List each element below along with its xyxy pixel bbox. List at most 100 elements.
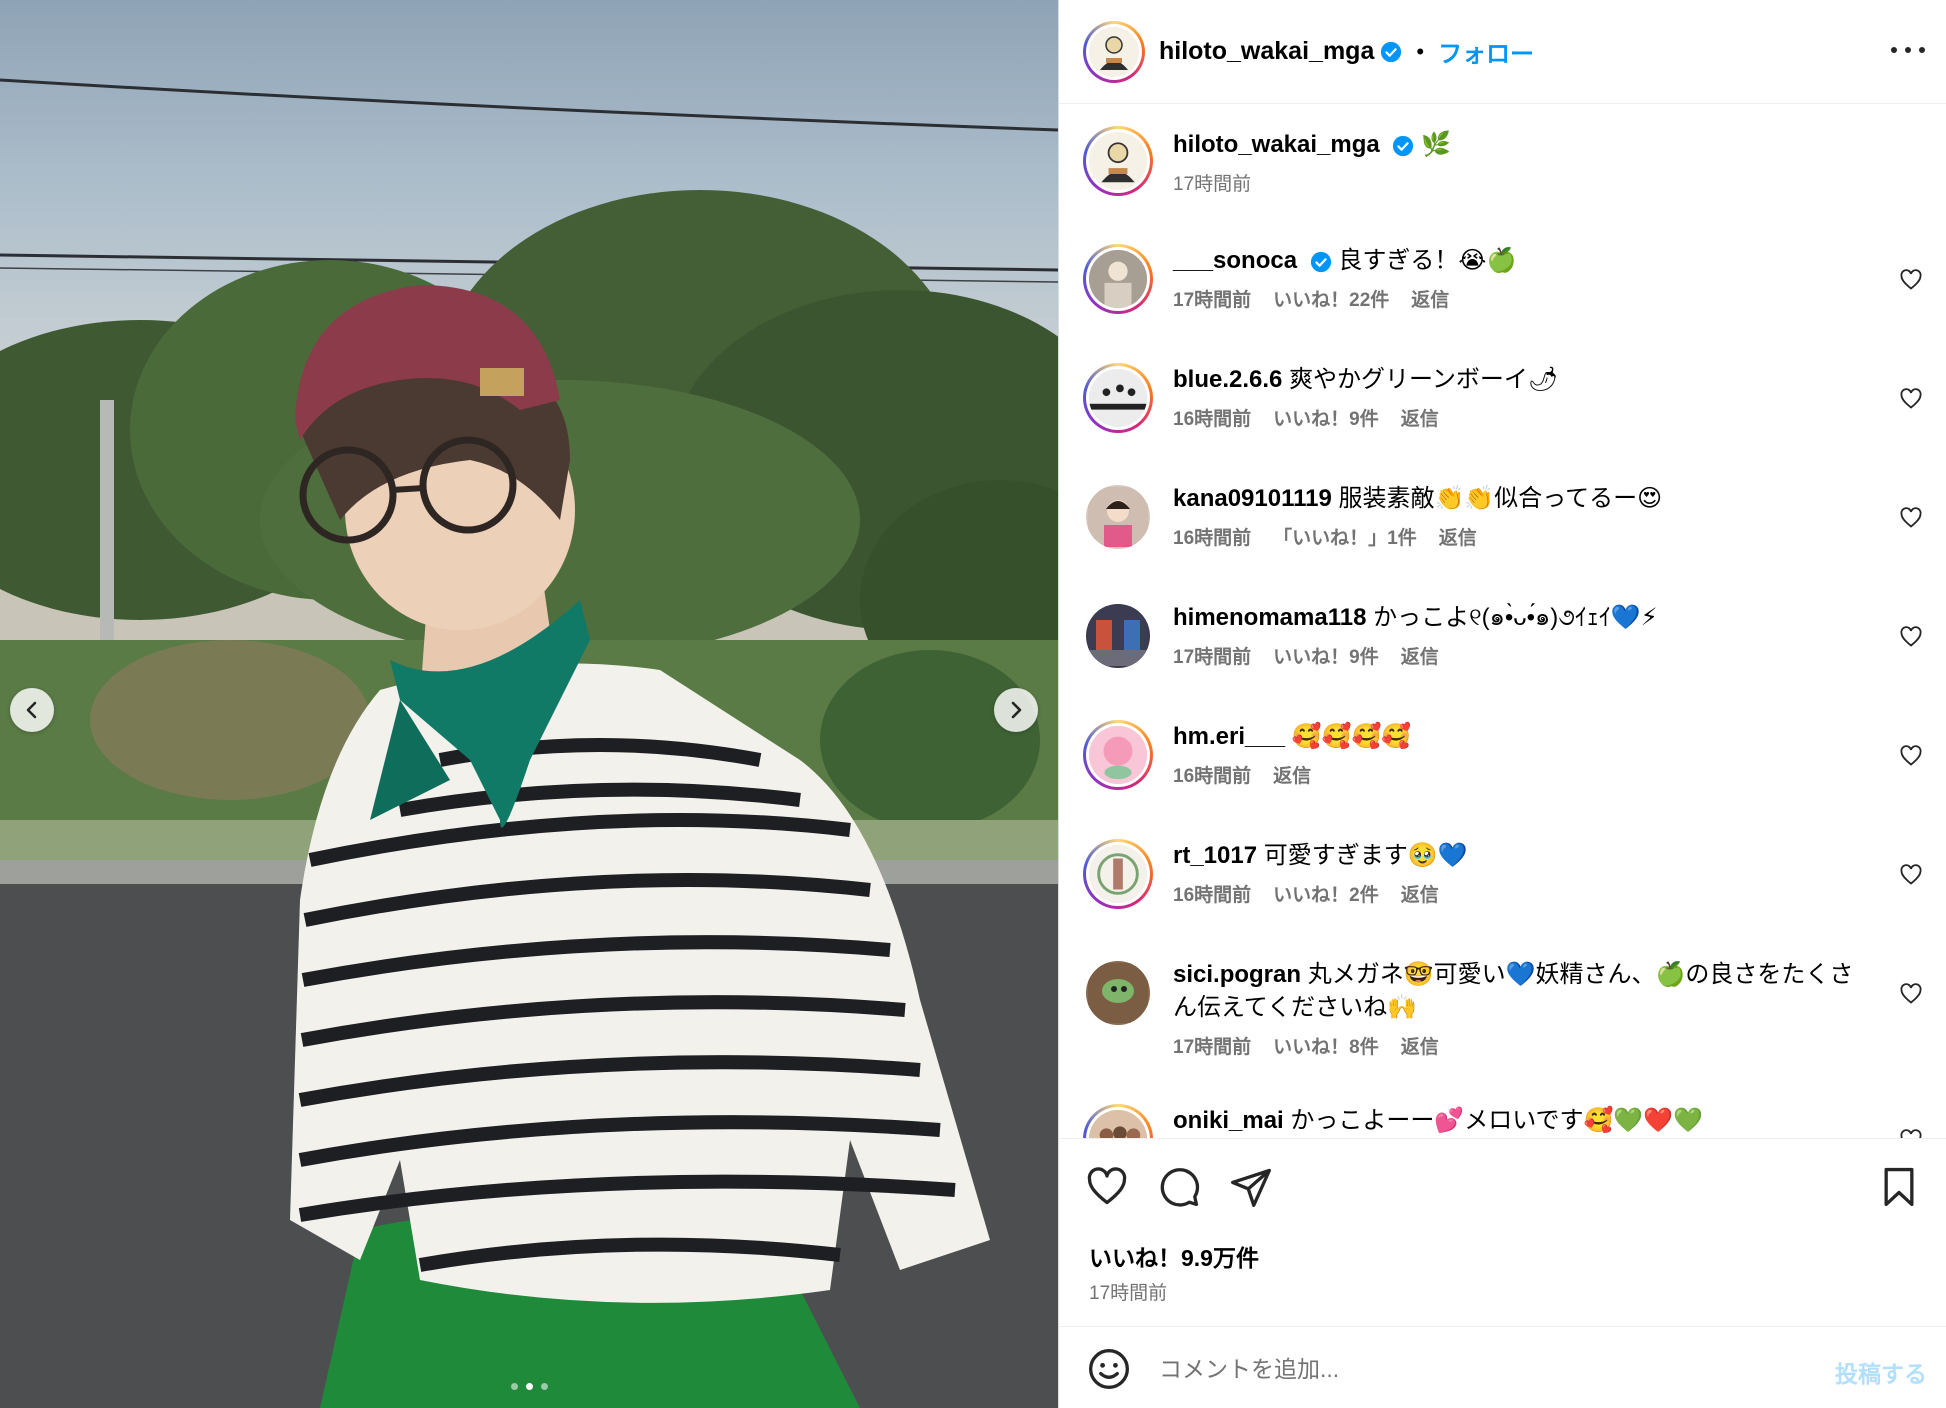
commenter-avatar[interactable] (1083, 482, 1153, 552)
comment-username[interactable]: hm.eri___ (1173, 723, 1285, 750)
reply-button[interactable]: 返信 (1439, 523, 1477, 550)
carousel-dot (510, 1383, 518, 1390)
commenter-avatar-image (1089, 250, 1147, 308)
chevron-right-icon (1011, 701, 1022, 719)
emoji-icon[interactable] (1087, 1347, 1131, 1391)
comment-likes[interactable]: 「いいね！」1件 (1273, 523, 1417, 550)
commenter-avatar-image (1089, 1110, 1147, 1138)
comment-time: 17時間前 (1173, 290, 1252, 311)
comment-like-icon[interactable] (1899, 863, 1923, 887)
comment-time: 16時間前 (1173, 528, 1252, 549)
comment-like-icon[interactable] (1899, 268, 1923, 292)
post-comment-button[interactable]: 投稿する (1835, 1355, 1927, 1389)
comment-item: rt_1017 可愛すぎます🥹💙 16時間前 いいね！2件 返信 (1083, 839, 1923, 909)
comment-item: blue.2.6.6 爽やかグリーンボーイ🌶 16時間前 いいね！9件 返信 (1083, 363, 1923, 433)
bookmark-icon[interactable] (1877, 1165, 1921, 1209)
share-icon[interactable] (1229, 1165, 1273, 1209)
heart-icon[interactable] (1085, 1165, 1129, 1209)
comment-input[interactable] (1159, 1347, 1759, 1391)
verified-icon (1393, 135, 1414, 156)
comment-username[interactable]: rt_1017 (1173, 842, 1257, 869)
post-actions: いいね！9.9万件 17時間前 (1059, 1138, 1946, 1326)
post-photo[interactable] (0, 0, 1058, 1408)
comment-username[interactable]: kana09101119 (1173, 485, 1332, 512)
likes-count[interactable]: いいね！9.9万件 (1089, 1239, 1259, 1273)
reply-button[interactable]: 返信 (1401, 1032, 1439, 1059)
next-image-button[interactable] (994, 688, 1038, 732)
commenter-avatar-image (1088, 963, 1148, 1023)
commenter-avatar[interactable] (1083, 720, 1153, 790)
comment-text: 可愛すぎます🥹💙 (1263, 842, 1468, 869)
reply-button[interactable]: 返信 (1401, 642, 1439, 669)
more-options-button[interactable] (1891, 38, 1925, 62)
reply-button[interactable]: 返信 (1401, 404, 1439, 431)
reply-button[interactable]: 返信 (1401, 880, 1439, 907)
carousel-dot (540, 1383, 548, 1390)
author-username[interactable]: hiloto_wakai_mga (1159, 37, 1374, 66)
commenter-avatar-image (1089, 369, 1147, 427)
comment-icon[interactable] (1157, 1165, 1201, 1209)
reply-button[interactable]: 返信 (1273, 761, 1311, 788)
comment-item: hm.eri___ 🥰🥰🥰🥰 16時間前 返信 (1083, 720, 1923, 790)
caption-username[interactable]: hiloto_wakai_mga (1173, 131, 1380, 158)
photo-scene (0, 78, 1058, 1408)
comment-time: 17時間前 (1173, 1037, 1252, 1058)
reply-button[interactable]: 返信 (1411, 285, 1449, 312)
post-header: hiloto_wakai_mga • フォロー (1059, 0, 1946, 104)
comment-likes[interactable]: いいね！2件 (1273, 880, 1379, 907)
follow-button[interactable]: フォロー (1438, 34, 1534, 69)
comment-username[interactable]: sici.pogran (1173, 961, 1301, 988)
author-avatar-image (1101, 142, 1135, 183)
author-avatar-image (1100, 35, 1128, 70)
comment-like-icon[interactable] (1899, 744, 1923, 768)
comment-time: 16時間前 (1173, 766, 1252, 787)
commenter-avatar[interactable] (1083, 839, 1153, 909)
comment-item: himenomama118 かっこよ୧(๑•̀ᴗ•́๑)૭ｲｪｲ💙⚡ 17時間前… (1083, 601, 1923, 671)
comment-like-icon[interactable] (1899, 625, 1923, 649)
commenter-avatar-image (1088, 606, 1148, 666)
comment-username[interactable]: blue.2.6.6 (1173, 366, 1282, 393)
author-avatar[interactable] (1083, 20, 1145, 83)
commenter-avatar-image (1088, 487, 1148, 547)
comment-username[interactable]: oniki_mai (1173, 1107, 1284, 1134)
comment-text: 良すぎる！😭🍏 (1338, 247, 1517, 274)
comment-username[interactable]: ___sonoca (1173, 247, 1297, 274)
comment-likes[interactable]: いいね！22件 (1273, 285, 1389, 312)
verified-icon (1310, 251, 1331, 272)
caption-time: 17時間前 (1173, 174, 1252, 195)
comment-item: ___sonoca 良すぎる！😭🍏 17時間前 いいね！22件 返信 (1083, 244, 1923, 314)
verified-icon (1381, 41, 1402, 62)
comment-like-icon[interactable] (1899, 387, 1923, 411)
comment-likes[interactable]: いいね！9件 (1273, 642, 1379, 669)
commenter-avatar[interactable] (1083, 958, 1153, 1028)
commenter-avatar-image (1089, 845, 1147, 903)
comment-like-icon[interactable] (1899, 1128, 1923, 1138)
post-timestamp: 17時間前 (1089, 1283, 1168, 1304)
comment-like-icon[interactable] (1899, 506, 1923, 530)
post-panel: hiloto_wakai_mga • フォロー hiloto_wakai_mga… (1058, 0, 1946, 1408)
comment-text: かっこよーー💕メロいです🥰💚❤️💚 (1290, 1107, 1704, 1134)
caption-text: 🌿 (1421, 131, 1451, 158)
commenter-avatar[interactable] (1083, 244, 1153, 314)
comment-like-icon[interactable] (1899, 982, 1923, 1006)
comment-time: 16時間前 (1173, 885, 1252, 906)
prev-image-button[interactable] (10, 688, 54, 732)
commenter-avatar[interactable] (1083, 601, 1153, 671)
author-avatar-small[interactable] (1083, 126, 1153, 196)
chevron-left-icon (26, 701, 37, 719)
carousel-indicator (0, 1383, 1058, 1390)
comment-text: 爽やかグリーンボーイ🌶 (1289, 366, 1559, 393)
comment-likes[interactable]: いいね！8件 (1273, 1032, 1379, 1059)
comment-username[interactable]: himenomama118 (1173, 604, 1366, 631)
comment-item: sici.pogran 丸メガネ🤓可愛い💙妖精さん、🍏の良さをたくさん伝えてくだ… (1083, 958, 1923, 1059)
commenter-avatar[interactable] (1083, 1104, 1153, 1138)
commenter-avatar[interactable] (1083, 363, 1153, 433)
follow-separator: • (1416, 38, 1425, 64)
comments-list[interactable]: hiloto_wakai_mga 🌿 17時間前 ___sonoca 良すぎる！… (1059, 104, 1946, 1138)
more-icon (1891, 47, 1897, 53)
comment-time: 17時間前 (1173, 647, 1252, 668)
comment-text: 服装素敵👏👏似合ってるー😍 (1338, 485, 1663, 512)
post-caption: hiloto_wakai_mga 🌿 17時間前 (1083, 126, 1923, 196)
comment-likes[interactable]: いいね！9件 (1273, 404, 1379, 431)
comment-item: oniki_mai かっこよーー💕メロいです🥰💚❤️💚 (1083, 1104, 1923, 1138)
